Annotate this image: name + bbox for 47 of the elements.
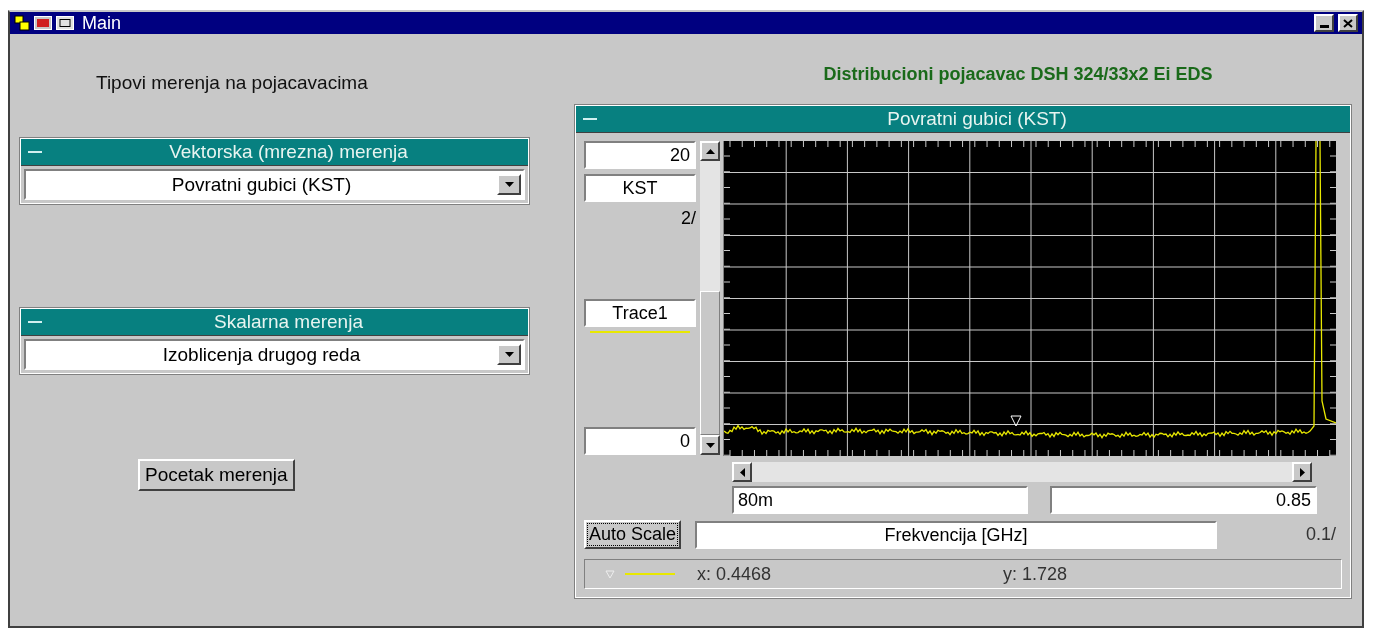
scrollbar-thumb[interactable] xyxy=(700,291,720,435)
cursor-y-value: y: 1.728 xyxy=(1003,563,1068,585)
scroll-down-button[interactable] xyxy=(700,435,720,455)
dash-icon xyxy=(583,118,597,120)
minimize-button[interactable] xyxy=(1314,14,1334,32)
vertical-scrollbar[interactable] xyxy=(700,141,720,455)
panel-title: Povratni gubici (KST) xyxy=(886,107,1068,131)
y-max-field[interactable]: 20 xyxy=(584,141,696,169)
down-arrow-icon xyxy=(705,442,715,448)
dropdown-button[interactable] xyxy=(497,174,521,195)
measurement-dropdown[interactable]: Izoblicenja drugog reda xyxy=(24,339,525,370)
section-heading: Tipovi merenja na pojacavacima xyxy=(96,72,368,94)
x-label-field[interactable]: Frekvencija [GHz] xyxy=(695,520,1218,549)
window-icon[interactable] xyxy=(56,16,74,30)
scroll-left-button[interactable] xyxy=(732,462,752,482)
window-icon[interactable] xyxy=(14,15,30,31)
cursor-x-value: x: 0.4468 xyxy=(697,563,773,585)
group-title: Skalarna merenja xyxy=(213,310,364,334)
left-arrow-icon xyxy=(739,467,745,477)
y-step-label: 2/ xyxy=(680,208,696,229)
caret-icon xyxy=(504,182,514,187)
trace-legend-line xyxy=(625,573,675,575)
measurement-dropdown[interactable]: Povratni gubici (KST) xyxy=(24,169,525,200)
scroll-right-button[interactable] xyxy=(1292,462,1312,482)
y-min-field[interactable]: 0 xyxy=(584,427,696,455)
minimize-icon xyxy=(1319,24,1329,28)
scroll-up-button[interactable] xyxy=(700,141,720,161)
dash-icon xyxy=(28,151,42,153)
x-max-field[interactable]: 0.85 xyxy=(1050,486,1317,514)
close-button[interactable] xyxy=(1338,14,1358,32)
x-step-label: 0.1/ xyxy=(1305,524,1336,545)
device-title: Distribucioni pojacavac DSH 324/33x2 Ei EDS xyxy=(823,64,1213,85)
trace-name-field[interactable]: Trace1 xyxy=(584,299,696,327)
start-measurement-button[interactable]: Pocetak merenja xyxy=(138,459,295,491)
y-label-field[interactable]: KST xyxy=(584,174,696,202)
dash-icon xyxy=(28,321,42,323)
up-arrow-icon xyxy=(705,148,715,154)
marker-icon xyxy=(605,569,615,579)
window-title: Main xyxy=(82,12,122,34)
auto-scale-button[interactable]: Auto Scale xyxy=(584,520,682,549)
group-title: Vektorska (mrezna) merenja xyxy=(168,140,409,164)
caret-icon xyxy=(504,352,514,357)
x-min-field[interactable]: 80m xyxy=(732,486,1028,514)
close-icon xyxy=(1343,18,1353,28)
dropdown-button[interactable] xyxy=(497,344,521,365)
right-arrow-icon xyxy=(1299,467,1305,477)
horizontal-scrollbar[interactable] xyxy=(732,462,1312,482)
